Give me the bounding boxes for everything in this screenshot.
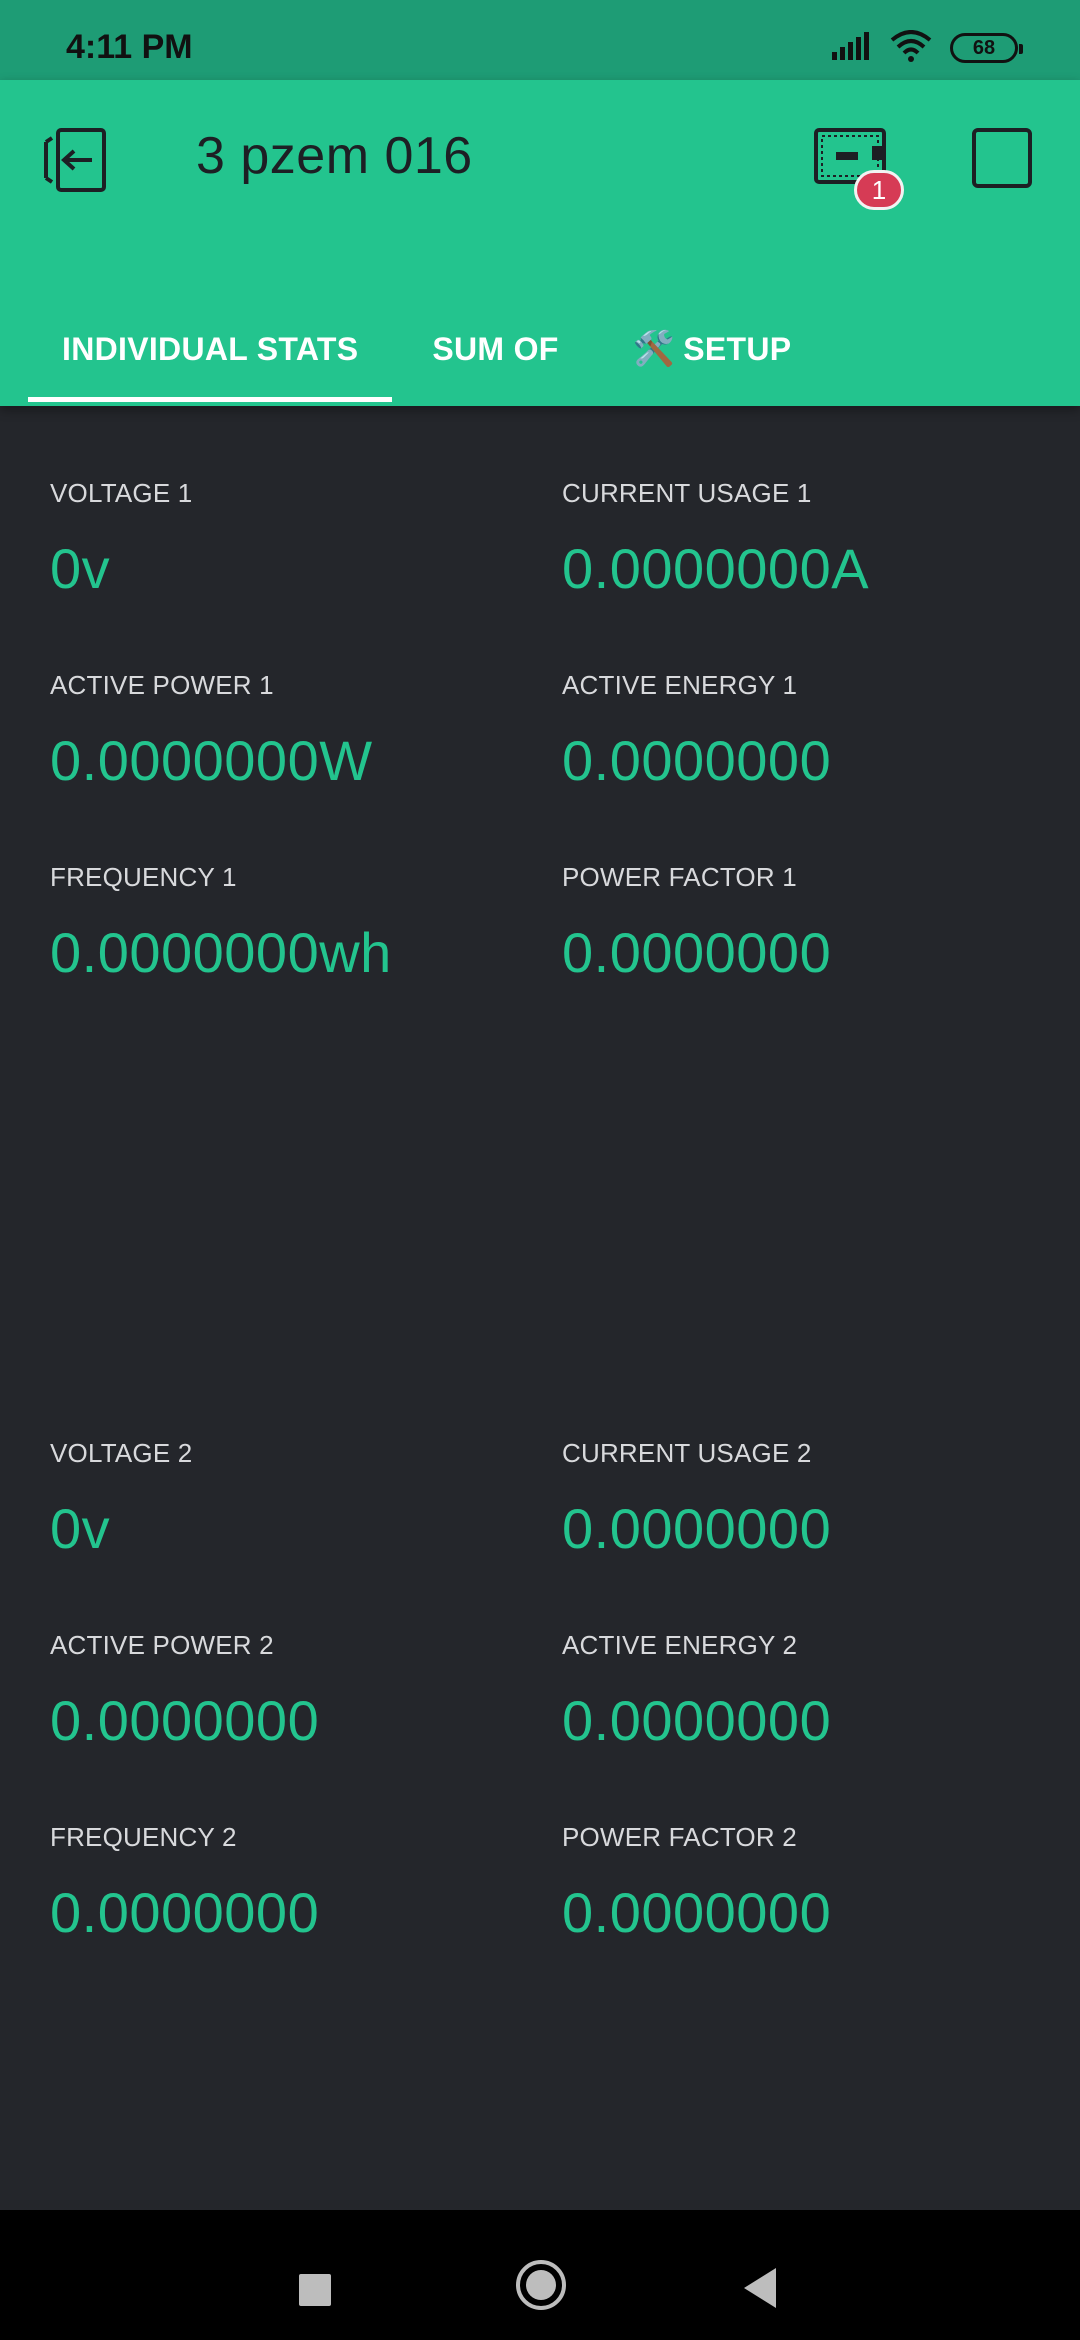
widget-label: ACTIVE ENERGY 2 — [562, 1630, 798, 1660]
widget-label: CURRENT USAGE 2 — [562, 1438, 812, 1468]
widget-label: FREQUENCY 1 — [50, 862, 237, 892]
widget-value: 0.0000000 — [562, 729, 832, 792]
tab-individual-stats[interactable]: INDIVIDUAL STATS — [28, 296, 393, 402]
signal-icon — [832, 31, 872, 65]
widget-value: 0.0000000wh — [50, 921, 392, 984]
battery-icon: 68 — [950, 33, 1023, 63]
widget-label: ACTIVE ENERGY 1 — [562, 670, 798, 700]
tab-label: SETUP — [683, 330, 792, 367]
widget-label: POWER FACTOR 2 — [562, 1822, 797, 1852]
widget-value: 0v — [50, 537, 111, 600]
widget-frequency-2[interactable]: FREQUENCY 2 0.0000000 — [50, 1822, 530, 1992]
tab-setup[interactable]: 🛠️ SETUP — [599, 296, 826, 402]
tools-icon: 🛠️ — [632, 330, 676, 368]
widget-value: 0.0000000 — [50, 1689, 320, 1752]
widget-value: 0v — [50, 1497, 111, 1560]
widget-active-energy-2[interactable]: ACTIVE ENERGY 2 0.0000000 — [562, 1630, 1042, 1800]
battery-level: 68 — [972, 36, 996, 59]
widget-current-usage-1[interactable]: CURRENT USAGE 1 0.0000000A — [562, 478, 1042, 648]
exit-project-icon[interactable] — [42, 124, 112, 196]
widget-label: ACTIVE POWER 2 — [50, 1630, 274, 1660]
widget-value: 0.0000000 — [50, 1881, 320, 1944]
home-icon[interactable] — [516, 2260, 566, 2310]
widget-value: 0.0000000 — [562, 1881, 832, 1944]
widget-label: POWER FACTOR 1 — [562, 862, 797, 892]
system-nav-bar — [0, 2210, 1080, 2340]
recents-icon[interactable] — [299, 2274, 331, 2306]
widget-value: 0.0000000A — [562, 537, 870, 600]
widget-voltage-2[interactable]: VOLTAGE 2 0v — [50, 1438, 530, 1608]
wifi-icon — [890, 29, 932, 67]
project-title: 3 pzem 016 — [196, 127, 473, 185]
back-icon[interactable] — [744, 2268, 776, 2308]
app-header: 3 pzem 016 1 INDIVIDUAL STATS SUM OF 🛠️ … — [0, 80, 1080, 406]
widget-power-factor-2[interactable]: POWER FACTOR 2 0.0000000 — [562, 1822, 1042, 1992]
status-bar: 4:11 PM 68 — [0, 0, 1080, 80]
widget-voltage-1[interactable]: VOLTAGE 1 0v — [50, 478, 530, 648]
widget-frequency-1[interactable]: FREQUENCY 1 0.0000000wh — [50, 862, 530, 1032]
tab-label: SUM OF — [432, 330, 559, 367]
widget-label: FREQUENCY 2 — [50, 1822, 237, 1852]
widget-active-energy-1[interactable]: ACTIVE ENERGY 1 0.0000000 — [562, 670, 1042, 840]
widget-value: 0.0000000W — [50, 729, 373, 792]
status-time: 4:11 PM — [66, 28, 193, 66]
stop-icon[interactable] — [972, 128, 1032, 188]
widget-label: CURRENT USAGE 1 — [562, 478, 812, 508]
tab-label: INDIVIDUAL STATS — [62, 330, 359, 367]
widget-active-power-2[interactable]: ACTIVE POWER 2 0.0000000 — [50, 1630, 530, 1800]
widget-value: 0.0000000 — [562, 921, 832, 984]
tab-bar: INDIVIDUAL STATS SUM OF 🛠️ SETUP — [28, 296, 825, 406]
widget-value: 0.0000000 — [562, 1497, 832, 1560]
widget-value: 0.0000000 — [562, 1689, 832, 1752]
widget-active-power-1[interactable]: ACTIVE POWER 1 0.0000000W — [50, 670, 530, 840]
tab-sum-of[interactable]: SUM OF — [398, 296, 592, 402]
widget-label: VOLTAGE 1 — [50, 478, 193, 508]
status-icons: 68 — [832, 29, 1023, 67]
widget-label: ACTIVE POWER 1 — [50, 670, 274, 700]
widget-current-usage-2[interactable]: CURRENT USAGE 2 0.0000000 — [562, 1438, 1042, 1608]
widget-label: VOLTAGE 2 — [50, 1438, 193, 1468]
device-badge: 1 — [854, 170, 904, 210]
widget-power-factor-1[interactable]: POWER FACTOR 1 0.0000000 — [562, 862, 1042, 1032]
